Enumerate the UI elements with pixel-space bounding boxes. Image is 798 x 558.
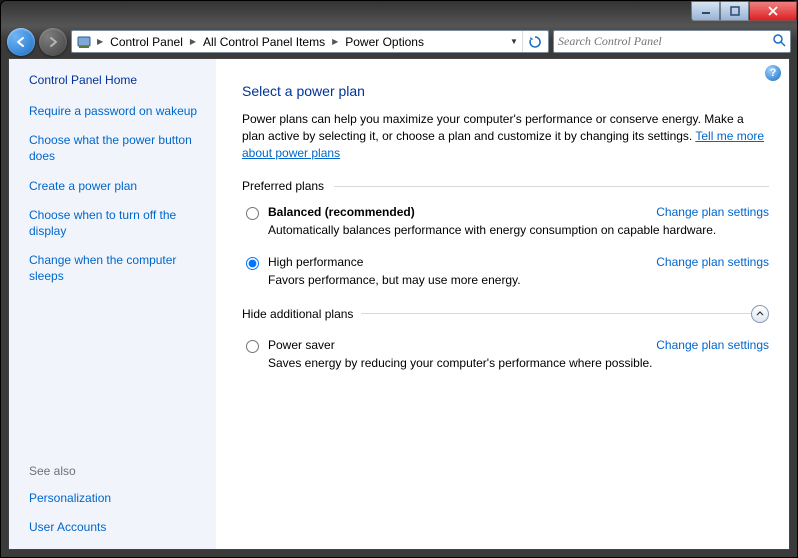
- plan-description: Favors performance, but may use more ene…: [268, 273, 769, 287]
- plan-power-saver-radio[interactable]: [246, 340, 259, 353]
- search-icon[interactable]: [772, 33, 786, 50]
- hide-additional-plans-label[interactable]: Hide additional plans: [242, 307, 361, 321]
- close-button[interactable]: [749, 1, 797, 21]
- breadcrumb-item[interactable]: All Control Panel Items: [199, 31, 329, 52]
- sidebar-task-display-off[interactable]: Choose when to turn off the display: [29, 207, 204, 239]
- plan-high-performance: Change plan settings High performance Fa…: [242, 249, 769, 299]
- preferred-plans-legend: Preferred plans: [242, 179, 334, 193]
- maximize-button[interactable]: [720, 1, 749, 21]
- breadcrumb-item[interactable]: Power Options: [341, 31, 428, 52]
- window-frame: ▶ Control Panel ▶ All Control Panel Item…: [0, 0, 798, 558]
- control-panel-icon: [76, 34, 92, 50]
- plan-description: Saves energy by reducing your computer's…: [268, 356, 769, 370]
- title-bar[interactable]: [1, 1, 797, 25]
- plan-title[interactable]: High performance: [268, 255, 363, 269]
- breadcrumb-chevron-icon[interactable]: ▶: [331, 37, 339, 46]
- navigation-row: ▶ Control Panel ▶ All Control Panel Item…: [1, 25, 797, 58]
- plan-title[interactable]: Power saver: [268, 338, 335, 352]
- address-bar[interactable]: ▶ Control Panel ▶ All Control Panel Item…: [71, 30, 549, 53]
- additional-plans-toggle-row: Hide additional plans: [242, 313, 769, 332]
- plan-balanced: Change plan settings Balanced (recommend…: [242, 199, 769, 249]
- forward-button[interactable]: [39, 28, 67, 56]
- change-settings-link[interactable]: Change plan settings: [656, 338, 769, 352]
- plan-high-performance-radio[interactable]: [246, 257, 259, 270]
- preferred-plans-group: Preferred plans Change plan settings Bal…: [242, 179, 769, 299]
- breadcrumb-chevron-icon[interactable]: ▶: [189, 37, 197, 46]
- sidebar-task-password[interactable]: Require a password on wakeup: [29, 103, 204, 119]
- change-settings-link[interactable]: Change plan settings: [656, 255, 769, 269]
- control-panel-home-link[interactable]: Control Panel Home: [29, 73, 204, 87]
- sidebar-task-create-plan[interactable]: Create a power plan: [29, 178, 204, 194]
- see-also-header: See also: [29, 464, 204, 478]
- sidebar: Control Panel Home Require a password on…: [9, 59, 216, 549]
- sidebar-task-power-button[interactable]: Choose what the power button does: [29, 132, 204, 164]
- breadcrumb-item[interactable]: Control Panel: [106, 31, 187, 52]
- plan-power-saver: Change plan settings Power saver Saves e…: [242, 332, 769, 382]
- minimize-button[interactable]: [691, 1, 720, 21]
- help-icon[interactable]: ?: [765, 65, 781, 81]
- address-dropdown-icon[interactable]: ▼: [506, 31, 522, 52]
- change-settings-link[interactable]: Change plan settings: [656, 205, 769, 219]
- main-panel: ? Select a power plan Power plans can he…: [216, 59, 789, 549]
- description-text: Power plans can help you maximize your c…: [242, 112, 744, 143]
- see-also-personalization[interactable]: Personalization: [29, 490, 204, 506]
- plan-description: Automatically balances performance with …: [268, 223, 769, 237]
- collapse-icon[interactable]: [751, 305, 769, 323]
- page-title: Select a power plan: [242, 83, 769, 99]
- plan-title[interactable]: Balanced (recommended): [268, 205, 415, 219]
- see-also-section: See also Personalization User Accounts: [29, 464, 204, 539]
- window-controls: [691, 1, 797, 21]
- see-also-user-accounts[interactable]: User Accounts: [29, 519, 204, 535]
- search-box[interactable]: [553, 30, 791, 53]
- search-input[interactable]: [558, 34, 772, 49]
- page-description: Power plans can help you maximize your c…: [242, 111, 769, 161]
- sidebar-task-sleep[interactable]: Change when the computer sleeps: [29, 252, 204, 284]
- content-area: Control Panel Home Require a password on…: [8, 58, 790, 550]
- breadcrumb-chevron-icon[interactable]: ▶: [96, 37, 104, 46]
- plan-balanced-radio[interactable]: [246, 207, 259, 220]
- back-button[interactable]: [7, 28, 35, 56]
- refresh-button[interactable]: [522, 31, 546, 52]
